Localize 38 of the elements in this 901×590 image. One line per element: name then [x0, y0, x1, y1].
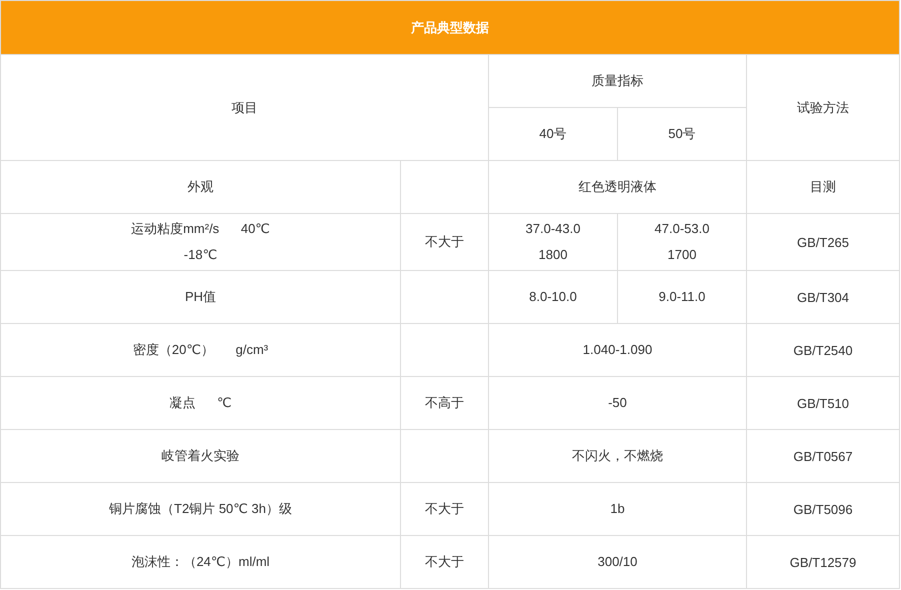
cell-text: 岐管着火实验 [162, 448, 240, 463]
cell-text: 泡沫性：（24℃）ml/ml [131, 554, 270, 569]
cell-text: 37.0-43.0 [526, 221, 580, 236]
cell-text: GB/T304 [796, 290, 850, 304]
cell-text: PH值 [184, 289, 216, 304]
cell-text: 红色透明液体 [578, 179, 656, 194]
cell-text: 不大于 [425, 554, 464, 569]
cell-text: 1800 [538, 247, 568, 262]
cell-text: -50 [608, 395, 627, 410]
column-header: 质量指标 [488, 54, 746, 108]
column-header: 40号 [488, 108, 618, 160]
cell-text: 47.0-53.0 [654, 221, 710, 236]
cell-text: 密度（20℃） g/cm³ [132, 342, 268, 357]
cell-text: 不闪火，不燃烧 [572, 448, 663, 463]
cell-text: GB/T265 [796, 234, 850, 250]
cell-text: GB/T5096 [793, 502, 853, 516]
cell-text: 目测 [810, 179, 836, 194]
cell-text: 1.040-1.090 [582, 342, 652, 357]
cell-text: GB/T12579 [790, 554, 856, 570]
cell-text: 凝点 ℃ [169, 395, 232, 410]
column-header: 试验方法 [746, 54, 900, 160]
cell-text: 外观 [188, 179, 214, 194]
cell-text: 8.0-10.0 [529, 289, 577, 304]
cell-text: 不大于 [425, 501, 464, 516]
column-header: 项目 [0, 54, 488, 160]
cell-text: GB/T0567 [793, 448, 853, 464]
cell-text: 运动粘度mm²/s 40℃ [131, 221, 270, 236]
table-title: 产品典型数据 [0, 0, 900, 54]
cell-text: 1b [610, 501, 625, 516]
cell-text: 铜片腐蚀（T2铜片 50℃ 3h）级 [109, 501, 292, 516]
cell-text: 1700 [668, 247, 696, 262]
cell-text: GB/T2540 [793, 342, 853, 358]
cell-text: 不大于 [425, 234, 464, 249]
cell-text: -18℃ [184, 247, 218, 262]
cell-text: 300/10 [598, 554, 638, 569]
cell-text: GB/T510 [796, 396, 850, 410]
cell-text: 不高于 [425, 395, 464, 410]
cell-text: 9.0-11.0 [658, 289, 706, 304]
